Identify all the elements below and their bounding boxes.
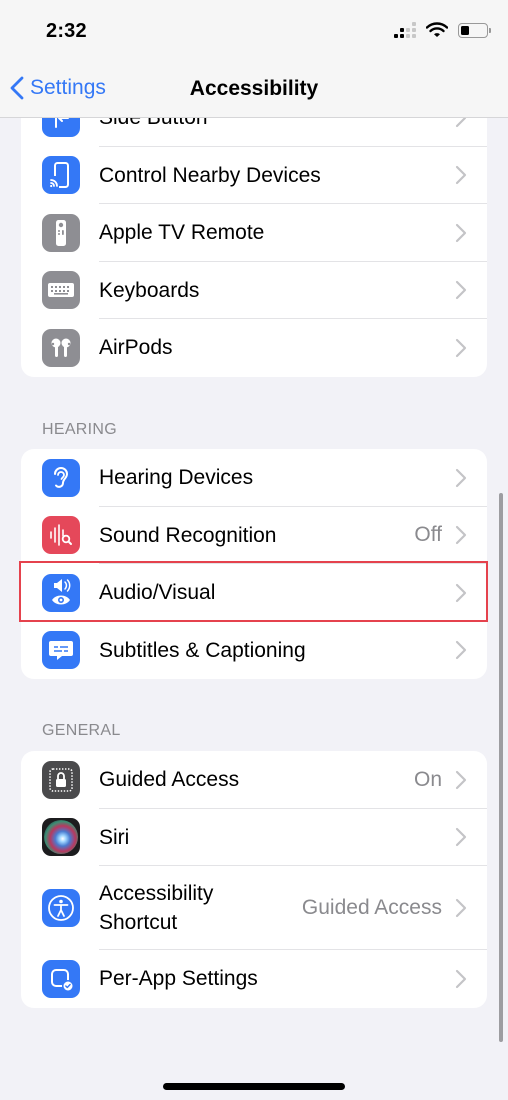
group-hearing: Hearing Devices Sound Recognition Off Au…	[21, 449, 487, 679]
row-label: Audio/Visual	[99, 581, 216, 605]
chevron-right-icon	[455, 828, 467, 847]
chevron-right-icon	[455, 898, 467, 918]
row-accessibility-shortcut[interactable]: Accessibility Shortcut Guided Access	[21, 866, 487, 950]
row-subtitles-captioning[interactable]: Subtitles & Captioning	[21, 622, 487, 680]
row-per-app-settings[interactable]: Per-App Settings	[21, 950, 487, 1008]
row-value: Guided Access	[301, 896, 442, 919]
row-value: Off	[414, 523, 442, 547]
row-label: Control Nearby Devices	[99, 163, 321, 187]
group-general: Guided Access On Siri Accessibility Shor…	[21, 751, 487, 1008]
row-label: Sound Recognition	[99, 523, 277, 547]
row-label: Siri	[99, 825, 130, 849]
cellular-signal-icon	[394, 22, 416, 38]
ear-icon	[42, 458, 80, 497]
row-label: Per-App Settings	[99, 967, 258, 991]
airpods-icon	[42, 328, 80, 367]
keyboard-icon	[42, 271, 80, 310]
row-value: On	[413, 767, 442, 791]
per-app-settings-icon	[42, 959, 80, 998]
row-airpods[interactable]: AirPods	[21, 319, 487, 377]
row-siri[interactable]: Siri	[21, 809, 487, 866]
chevron-right-icon	[455, 166, 467, 185]
status-bar: 2:32	[0, 0, 508, 64]
wifi-icon	[426, 22, 448, 37]
group-interaction: Side Button Control Nearby Devices Apple…	[21, 89, 487, 377]
chevron-right-icon	[455, 526, 467, 545]
scrollbar[interactable]	[499, 493, 503, 1042]
guided-access-lock-icon	[42, 760, 80, 799]
tv-remote-icon	[42, 213, 80, 252]
chevron-right-icon	[455, 468, 467, 487]
navigation-bar: Settings Accessibility	[0, 64, 508, 118]
status-icons	[394, 22, 491, 38]
row-control-nearby-devices[interactable]: Control Nearby Devices	[21, 147, 487, 204]
row-label: Keyboards	[99, 278, 200, 302]
row-hearing-devices[interactable]: Hearing Devices	[21, 449, 487, 507]
battery-icon	[458, 22, 491, 38]
row-label: Hearing Devices	[99, 466, 254, 490]
row-label: Accessibility Shortcut	[99, 882, 214, 934]
chevron-right-icon	[455, 338, 467, 357]
row-sound-recognition[interactable]: Sound Recognition Off	[21, 507, 487, 564]
siri-icon	[42, 818, 80, 857]
accessibility-icon	[42, 889, 80, 927]
row-guided-access[interactable]: Guided Access On	[21, 751, 487, 809]
chevron-right-icon	[455, 223, 467, 242]
captioning-icon	[42, 631, 80, 670]
chevron-right-icon	[455, 641, 467, 660]
row-label: Apple TV Remote	[99, 221, 265, 245]
audio-visual-icon	[42, 573, 80, 612]
chevron-right-icon	[455, 583, 467, 602]
row-apple-tv-remote[interactable]: Apple TV Remote	[21, 204, 487, 262]
row-keyboards[interactable]: Keyboards	[21, 262, 487, 319]
row-audio-visual[interactable]: Audio/Visual	[21, 564, 487, 622]
section-header-hearing: HEARING	[42, 421, 117, 438]
chevron-right-icon	[455, 969, 467, 988]
nearby-devices-icon	[42, 156, 80, 195]
row-label: Subtitles & Captioning	[99, 638, 306, 662]
home-indicator[interactable]	[163, 1083, 345, 1090]
page-title: Accessibility	[189, 77, 319, 100]
status-time: 2:32	[46, 20, 87, 42]
chevron-right-icon	[455, 281, 467, 300]
row-label: AirPods	[99, 336, 173, 360]
sound-recognition-icon	[42, 516, 80, 555]
chevron-right-icon	[455, 770, 467, 789]
section-header-general: GENERAL	[42, 722, 121, 739]
row-label: Guided Access	[99, 768, 240, 792]
